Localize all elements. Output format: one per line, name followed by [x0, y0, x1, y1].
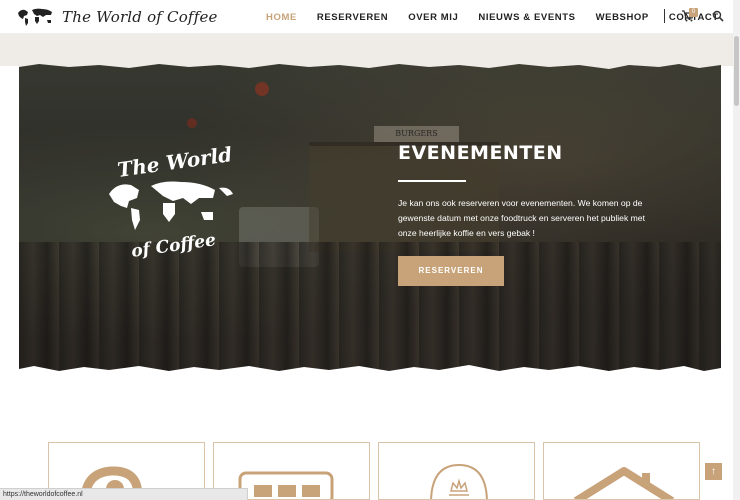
nav-divider: [664, 9, 665, 23]
house-icon: [573, 467, 675, 499]
nav-item-webshop[interactable]: WEBSHOP: [596, 12, 649, 23]
back-to-top-button[interactable]: ↑: [705, 463, 722, 480]
hero-description: Je kan ons ook reserveren voor evenement…: [398, 198, 645, 238]
torn-edge-top: [19, 62, 721, 69]
logo-text: The World of Coffee: [62, 8, 218, 26]
feature-card[interactable]: [378, 442, 535, 500]
nav-item-home[interactable]: HOME: [266, 12, 297, 23]
reserveren-button[interactable]: RESERVEREN: [398, 256, 504, 286]
main-nav: HOME RESERVEREN OVER MIJ NIEUWS & EVENTS…: [266, 0, 739, 34]
nav-item-over-mij[interactable]: OVER MIJ: [408, 12, 458, 23]
nav-item-reserveren[interactable]: RESERVEREN: [317, 12, 388, 23]
cart-count-badge: 0: [689, 8, 698, 17]
hero-divider: [398, 180, 466, 182]
crown-badge-icon: [430, 463, 488, 499]
hero-logo: The World of Coffee: [101, 142, 241, 270]
world-map-icon: [18, 8, 52, 26]
world-map-icon: [109, 181, 233, 230]
hero-title: EVENEMENTEN: [398, 142, 563, 164]
status-url-bar: https://theworldofcoffee.nl: [0, 488, 248, 500]
scrollbar-thumb[interactable]: [734, 36, 739, 106]
torn-edge-bottom: [19, 365, 721, 374]
feature-card[interactable]: [543, 442, 700, 500]
hero-section: BURGERS The World of Coffee EVENEMENTEN …: [19, 62, 721, 374]
site-logo[interactable]: The World of Coffee: [16, 5, 218, 29]
nav-item-nieuws-events[interactable]: NIEUWS & EVENTS: [478, 12, 575, 23]
search-icon[interactable]: [712, 10, 724, 22]
site-header: The World of Coffee HOME RESERVEREN OVER…: [0, 0, 740, 34]
